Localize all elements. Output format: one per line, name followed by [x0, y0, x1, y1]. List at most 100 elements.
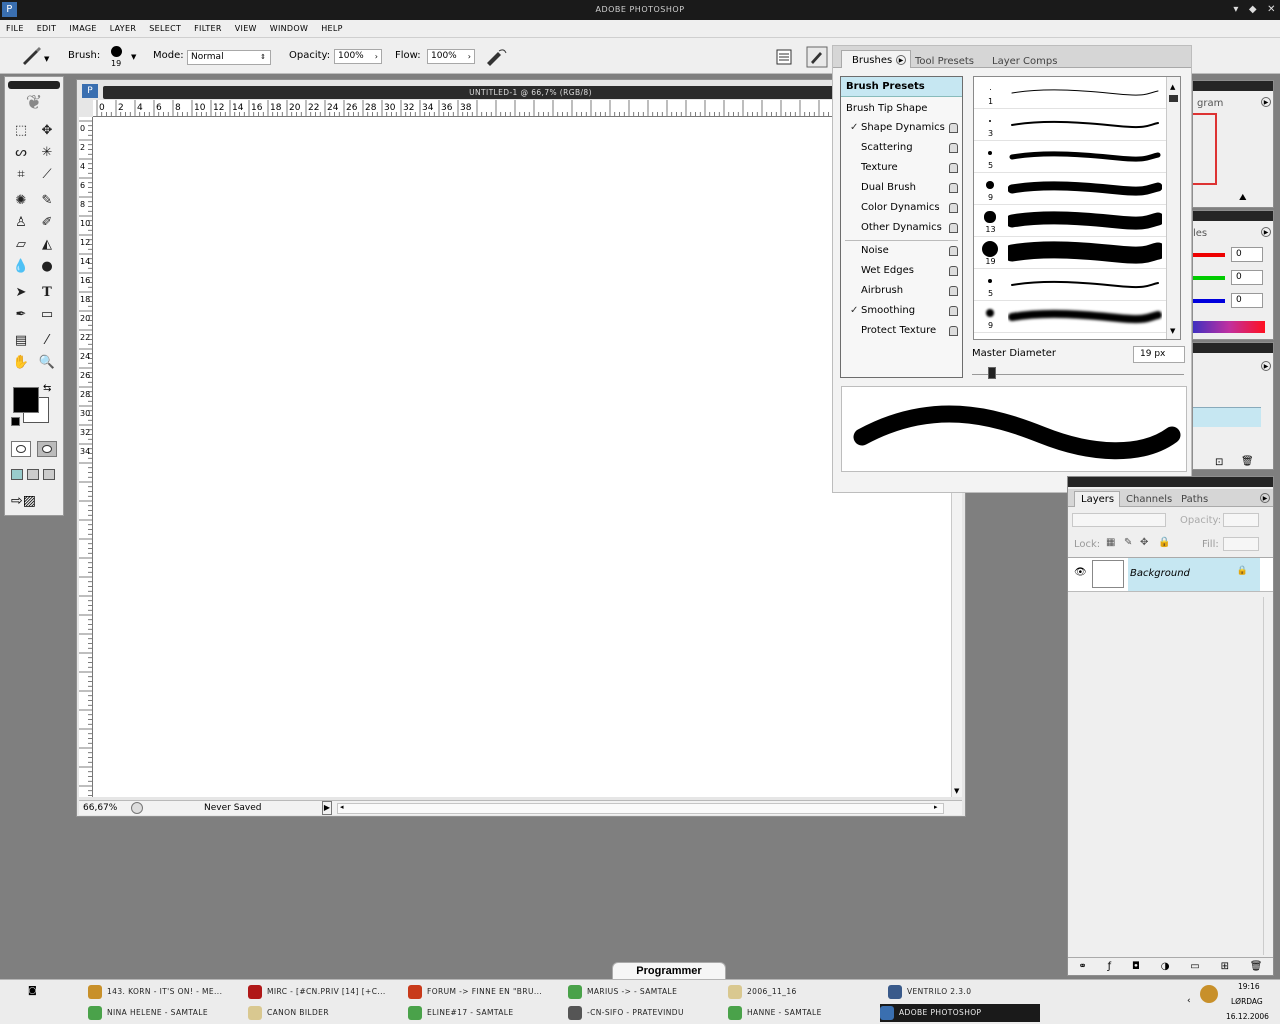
scroll-left-icon[interactable]: ◂: [340, 803, 344, 811]
dodge-tool-icon[interactable]: ●: [37, 257, 57, 277]
layer-name-cell[interactable]: Background 🔒: [1128, 558, 1260, 591]
tab-layers[interactable]: Layers: [1074, 491, 1120, 507]
chevron-down-icon[interactable]: ▼: [44, 55, 49, 63]
scroll-thumb[interactable]: [1169, 95, 1178, 102]
menu-view[interactable]: VIEW: [235, 24, 257, 33]
minimize-icon[interactable]: ▾: [1233, 0, 1239, 20]
brush-preset-row[interactable]: 13: [974, 205, 1166, 237]
menu-file[interactable]: FILE: [6, 24, 24, 33]
visibility-eye-icon[interactable]: 👁: [1074, 567, 1087, 578]
palette-menu-icon[interactable]: ▶: [1261, 361, 1271, 371]
lock-icon[interactable]: [949, 203, 958, 213]
lock-pixels-icon[interactable]: ✎: [1124, 537, 1132, 548]
brush-option-item[interactable]: Wet Edges: [841, 262, 962, 280]
green-value[interactable]: 0: [1231, 270, 1263, 285]
brush-preset-row[interactable]: 1: [974, 77, 1166, 109]
zoom-tool-icon[interactable]: 🔍: [37, 353, 57, 373]
green-slider[interactable]: [1193, 276, 1225, 280]
toolbox-grip[interactable]: [8, 81, 60, 89]
scroll-down-icon[interactable]: ▼: [1170, 327, 1175, 335]
lock-icon[interactable]: [949, 246, 958, 256]
new-group-icon[interactable]: ▭: [1190, 961, 1199, 972]
layer-opacity-input[interactable]: [1223, 513, 1259, 527]
layer-style-icon[interactable]: ƒ: [1108, 961, 1112, 972]
brush-option-item[interactable]: Protect Texture: [841, 322, 962, 340]
fill-input[interactable]: [1223, 537, 1259, 551]
move-tool-icon[interactable]: ✥: [37, 121, 57, 141]
opacity-input[interactable]: 100% ›: [334, 49, 382, 64]
eraser-tool-icon[interactable]: ▱: [11, 235, 31, 255]
rectangle-tool-icon[interactable]: ▭: [37, 305, 57, 325]
panel-title-bar[interactable]: [1193, 343, 1273, 353]
taskbar-button[interactable]: 143. KORN - IT'S ON! - ME...: [88, 983, 238, 1001]
tab-paths[interactable]: Paths: [1181, 494, 1208, 505]
screen-mode-full-menu-icon[interactable]: [27, 469, 39, 480]
menu-filter[interactable]: FILTER: [194, 24, 222, 33]
palette-menu-icon[interactable]: ▶: [1260, 493, 1270, 503]
layer-row-background[interactable]: 👁 Background 🔒: [1068, 558, 1273, 592]
panel-title-bar[interactable]: [1193, 211, 1273, 221]
hand-tool-icon[interactable]: ✋: [11, 353, 31, 373]
default-colors-icon[interactable]: [11, 417, 20, 426]
flow-input[interactable]: 100% ›: [427, 49, 475, 64]
red-value[interactable]: 0: [1231, 247, 1263, 262]
chevron-right-icon[interactable]: ›: [375, 50, 378, 63]
zoom-mountains-icon[interactable]: ⛰: [1239, 193, 1247, 203]
close-icon[interactable]: ✕: [1267, 0, 1276, 20]
master-diameter-slider-track[interactable]: [972, 374, 1184, 375]
menu-image[interactable]: IMAGE: [69, 24, 96, 33]
type-tool-icon[interactable]: T: [37, 283, 57, 303]
horizontal-scrollbar[interactable]: [337, 803, 944, 814]
checkmark-icon[interactable]: ✓: [850, 119, 858, 137]
scroll-down-icon[interactable]: ▼: [954, 787, 959, 795]
programs-tab[interactable]: Programmer: [612, 962, 726, 980]
lock-icon[interactable]: [949, 123, 958, 133]
lock-icon[interactable]: [949, 266, 958, 276]
link-layers-icon[interactable]: ⚭: [1078, 961, 1086, 972]
brush-option-item[interactable]: Other Dynamics: [841, 219, 962, 237]
navigator-view-box[interactable]: [1193, 113, 1217, 185]
trash-icon[interactable]: 🗑: [1241, 456, 1254, 467]
palette-well-icon[interactable]: [776, 49, 792, 65]
brush-preset-row[interactable]: 5: [974, 269, 1166, 301]
lock-icon[interactable]: [949, 183, 958, 193]
menu-window[interactable]: WINDOW: [270, 24, 308, 33]
brush-presets-header[interactable]: Brush Presets: [841, 77, 962, 97]
brush-option-item[interactable]: Scattering: [841, 139, 962, 157]
layers-scrollbar[interactable]: [1263, 597, 1273, 955]
status-info-icon[interactable]: [131, 802, 143, 814]
standard-mode-icon[interactable]: [11, 441, 31, 457]
brush-option-item[interactable]: Noise: [841, 242, 962, 260]
new-layer-icon[interactable]: ⊞: [1221, 961, 1229, 972]
chevron-right-icon[interactable]: ›: [468, 50, 471, 63]
document-icon[interactable]: P: [82, 84, 98, 98]
palette-menu-icon[interactable]: ▶: [896, 55, 906, 65]
status-menu-icon[interactable]: ▶: [322, 801, 332, 815]
maximize-icon[interactable]: ◆: [1249, 0, 1257, 20]
checkmark-icon[interactable]: ✓: [850, 302, 858, 320]
lock-all-icon[interactable]: 🔒: [1158, 537, 1170, 548]
lock-position-icon[interactable]: ✥: [1140, 537, 1148, 548]
eyedropper-tool-icon[interactable]: ⁄: [37, 331, 57, 351]
preset-scrollbar[interactable]: ▲ ▼: [1166, 77, 1180, 339]
scroll-right-icon[interactable]: ▸: [934, 803, 938, 811]
history-brush-tool-icon[interactable]: ✐: [37, 213, 57, 233]
brush-preset-row[interactable]: 19: [974, 237, 1166, 269]
swap-colors-icon[interactable]: ⇆: [43, 383, 51, 394]
tray-app-icon[interactable]: [1200, 985, 1218, 1003]
crop-tool-icon[interactable]: ⌗: [11, 165, 31, 185]
lock-icon[interactable]: [949, 143, 958, 153]
brush-option-item[interactable]: ✓ Smoothing: [841, 302, 962, 320]
taskbar-button[interactable]: ELINE#17 - SAMTALE: [408, 1004, 558, 1022]
layer-mask-icon[interactable]: ◘: [1132, 961, 1140, 972]
palette-menu-icon[interactable]: ▶: [1261, 97, 1271, 107]
foreground-color-swatch[interactable]: [13, 387, 39, 413]
pen-tool-icon[interactable]: ✒: [11, 305, 31, 325]
mode-select[interactable]: Normal ⇕: [187, 50, 271, 65]
layer-thumbnail[interactable]: [1092, 560, 1124, 588]
clone-stamp-tool-icon[interactable]: ♙: [11, 213, 31, 233]
brush-tool-preset-icon[interactable]: [20, 46, 42, 66]
scroll-up-icon[interactable]: ▲: [1170, 83, 1175, 91]
red-slider[interactable]: [1193, 253, 1225, 257]
lasso-tool-icon[interactable]: ᔕ: [11, 143, 31, 163]
